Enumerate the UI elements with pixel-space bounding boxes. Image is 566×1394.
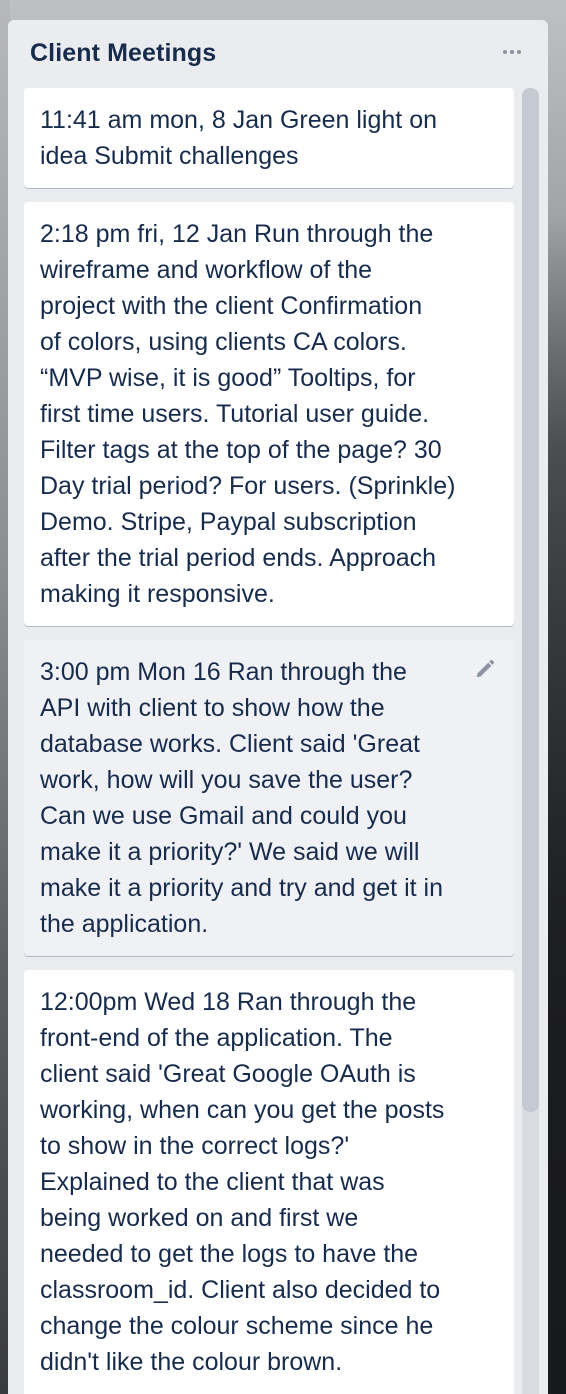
list-title[interactable]: Client Meetings bbox=[30, 39, 216, 68]
scrollbar-thumb[interactable] bbox=[522, 88, 539, 1112]
list-header: Client Meetings bbox=[8, 20, 548, 86]
card[interactable]: 2:18 pm fri, 12 Jan Run through the wire… bbox=[24, 202, 514, 626]
card[interactable]: 3:00 pm Mon 16 Ran through the API with … bbox=[24, 640, 514, 956]
scrollbar-track[interactable] bbox=[522, 88, 539, 1394]
pencil-icon[interactable] bbox=[474, 658, 496, 680]
card-text: 11:41 am mon, 8 Jan Green light on idea … bbox=[40, 106, 437, 170]
menu-dot bbox=[503, 50, 507, 54]
card-text: 2:18 pm fri, 12 Jan Run through the wire… bbox=[40, 220, 456, 608]
menu-dot bbox=[510, 50, 514, 54]
list-client-meetings: Client Meetings 11:41 am mon, 8 Jan Gree… bbox=[8, 20, 548, 1394]
card[interactable]: 11:41 am mon, 8 Jan Green light on idea … bbox=[24, 88, 514, 188]
card-text: 3:00 pm Mon 16 Ran through the API with … bbox=[40, 658, 443, 938]
ellipsis-icon[interactable] bbox=[498, 40, 526, 64]
card[interactable]: 12:00pm Wed 18 Ran through the front-end… bbox=[24, 970, 514, 1394]
card-text: 12:00pm Wed 18 Ran through the front-end… bbox=[40, 988, 445, 1376]
menu-dot bbox=[517, 50, 521, 54]
